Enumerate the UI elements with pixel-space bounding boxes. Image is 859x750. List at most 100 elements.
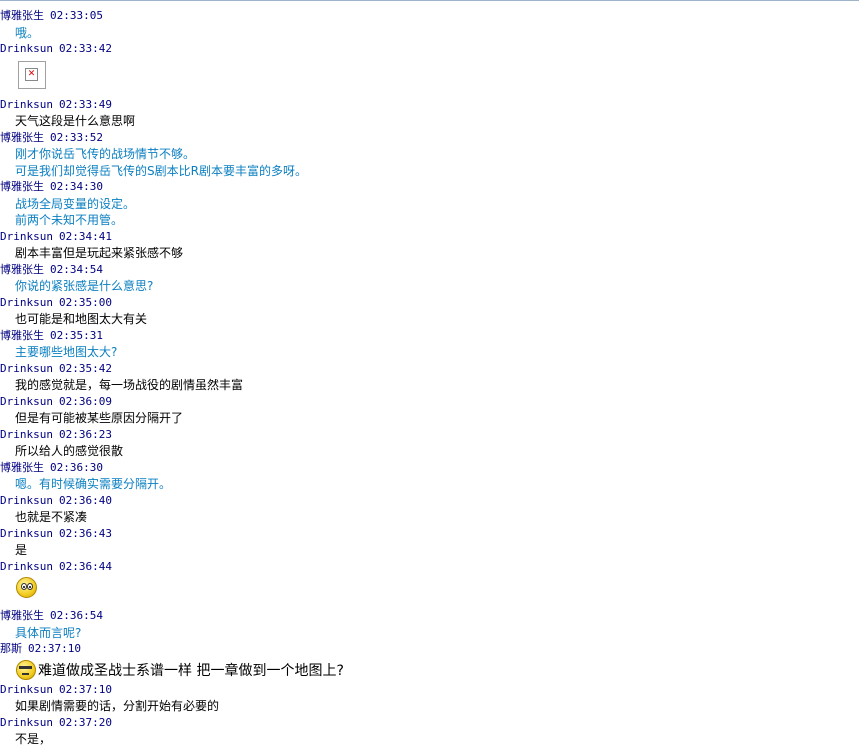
chat-message: 博雅张生 02:33:52 刚才你说岳飞传的战场情节不够。 可是我们却觉得岳飞传的S剧… [0, 130, 859, 180]
chat-message: Drinksun 02:36:09 但是有可能被某些原因分隔开了 [0, 394, 859, 427]
message-header: Drinksun 02:33:42 [0, 41, 859, 58]
message-text: 剧本丰富但是玩起来紧张感不够 [15, 246, 184, 260]
chat-message: 博雅张生 02:34:30 战场全局变量的设定。 前两个未知不用管。 [0, 179, 859, 229]
broken-image-mark-icon: ✕ [25, 67, 38, 81]
message-text: 所以给人的感觉很散 [15, 444, 124, 458]
chat-message: Drinksun 02:37:20 不是， [0, 715, 859, 748]
message-time: 02:36:23 [58, 427, 112, 441]
message-header: 那斯 02:37:10 [0, 641, 859, 658]
chat-message: Drinksun 02:36:43 是 [0, 526, 859, 559]
chat-message: 那斯 02:37:10 难道做成圣战士系谱一样 把一章做到一个地图上? [0, 641, 859, 682]
sender-name: 博雅张生 [0, 460, 44, 474]
chat-message: Drinksun 02:36:23 所以给人的感觉很散 [0, 427, 859, 460]
sender-name: Drinksun [0, 559, 53, 573]
window-top-border [0, 0, 859, 1]
message-text: 但是有可能被某些原因分隔开了 [15, 411, 184, 425]
smiley-face-icon [16, 577, 37, 598]
message-header: Drinksun 02:37:20 [0, 715, 859, 732]
message-header: Drinksun 02:36:43 [0, 526, 859, 543]
sender-name: Drinksun [0, 394, 53, 408]
message-text: 具体而言呢? [15, 625, 82, 640]
message-time: 02:33:42 [58, 42, 112, 55]
message-time: 02:36:09 [58, 394, 112, 408]
message-text: 主要哪些地图太大? [15, 345, 118, 359]
chat-message: Drinksun 02:35:00 也可能是和地图太大有关 [0, 295, 859, 328]
message-time: 02:36:44 [58, 559, 112, 573]
chat-message: Drinksun 02:36:40 也就是不紧凑 [0, 493, 859, 526]
sender-name: Drinksun [0, 229, 53, 243]
message-header: Drinksun 02:36:23 [0, 427, 859, 444]
message-time: 02:37:20 [58, 715, 112, 729]
sender-name: Drinksun [0, 715, 53, 729]
message-header: 博雅张生 02:35:31 [0, 328, 859, 345]
message-text: 难道做成圣战士系谱一样 把一章做到一个地图上? [38, 662, 344, 679]
message-time: 02:35:31 [50, 328, 103, 342]
chat-message: 博雅张生 02:35:31 主要哪些地图太大? [0, 328, 859, 361]
chat-message: Drinksun 02:36:44 [0, 559, 859, 598]
chat-message: Drinksun 02:37:10 如果剧情需要的话，分割开始有必要的 [0, 682, 859, 715]
sender-name: Drinksun [0, 361, 53, 375]
message-header: Drinksun 02:36:09 [0, 394, 859, 411]
chat-message: Drinksun 02:34:41 剧本丰富但是玩起来紧张感不够 [0, 229, 859, 262]
message-time: 02:37:10 [28, 642, 81, 655]
message-time: 02:34:41 [58, 229, 112, 243]
sender-name: 那斯 [0, 642, 22, 655]
sender-name: Drinksun [0, 493, 53, 507]
message-text: 嗯。有时候确实需要分隔开。 [15, 477, 172, 491]
message-time: 02:36:30 [50, 460, 103, 474]
chat-message: 博雅张生 02:34:54 你说的紧张感是什么意思? [0, 262, 859, 295]
message-time: 02:37:10 [58, 682, 112, 696]
message-header: 博雅张生 02:33:05 [0, 8, 859, 25]
sender-name: Drinksun [0, 42, 53, 55]
message-header: Drinksun 02:35:00 [0, 295, 859, 312]
message-time: 02:34:30 [50, 180, 103, 193]
message-text: 哦。 [15, 25, 40, 40]
message-text: 不是， [15, 732, 52, 746]
chat-message: 博雅张生 02:33:05 哦。 [0, 8, 859, 41]
message-text: 天气这段是什么意思啊 [15, 114, 136, 128]
message-header: Drinksun 02:37:10 [0, 682, 859, 699]
message-text-row: 难道做成圣战士系谱一样 把一章做到一个地图上? [0, 658, 859, 682]
message-time: 02:36:54 [50, 609, 103, 622]
sender-name: Drinksun [0, 427, 53, 441]
sender-name: Drinksun [0, 97, 53, 111]
message-header: 博雅张生 02:33:52 [0, 130, 859, 147]
chat-message: 博雅张生 02:36:30 嗯。有时候确实需要分隔开。 [0, 460, 859, 493]
message-header: 博雅张生 02:36:30 [0, 460, 859, 477]
message-text: 也就是不紧凑 [15, 510, 88, 524]
chat-message: Drinksun 02:33:42 ✕ [0, 41, 859, 89]
message-header: Drinksun 02:36:44 [0, 559, 859, 576]
message-header: Drinksun 02:34:41 [0, 229, 859, 246]
sender-name: Drinksun [0, 295, 53, 309]
message-header: Drinksun 02:35:42 [0, 361, 859, 378]
message-header: 博雅张生 02:34:30 [0, 179, 859, 196]
sender-name: Drinksun [0, 682, 53, 696]
cool-face-icon [16, 659, 36, 680]
message-time: 02:33:49 [58, 97, 112, 111]
message-header: Drinksun 02:33:49 [0, 97, 859, 114]
message-text: 战场全局变量的设定。 [15, 196, 136, 211]
message-text: 如果剧情需要的话，分割开始有必要的 [15, 699, 220, 713]
message-text: 我的感觉就是，每一场战役的剧情虽然丰富 [15, 378, 244, 392]
message-header: 博雅张生 02:36:54 [0, 608, 859, 625]
chat-log[interactable]: 博雅张生 02:33:05 哦。 Drinksun 02:33:42 ✕ Drinksun 0… [0, 8, 859, 748]
chat-message: Drinksun 02:33:49 天气这段是什么意思啊 [0, 97, 859, 130]
message-text: 也可能是和地图太大有关 [15, 312, 148, 326]
message-text: 前两个未知不用管。 [15, 213, 124, 227]
sender-name: 博雅张生 [0, 180, 44, 193]
message-time: 02:33:05 [50, 9, 103, 22]
message-text: 你说的紧张感是什么意思? [15, 279, 154, 293]
message-time: 02:35:00 [58, 295, 112, 309]
sender-name: Drinksun [0, 526, 53, 540]
message-text: 可是我们却觉得岳飞传的S剧本比R剧本要丰富的多呀。 [15, 163, 307, 178]
chat-message: 博雅张生 02:36:54 具体而言呢? [0, 608, 859, 641]
message-time: 02:35:42 [58, 361, 112, 375]
message-header: Drinksun 02:36:40 [0, 493, 859, 510]
sender-name: 博雅张生 [0, 130, 44, 144]
sender-name: 博雅张生 [0, 609, 44, 622]
message-time: 02:34:54 [50, 262, 103, 276]
message-time: 02:33:52 [50, 130, 103, 144]
broken-image-icon[interactable]: ✕ [18, 60, 46, 89]
sender-name: 博雅张生 [0, 328, 44, 342]
chat-message: Drinksun 02:35:42 我的感觉就是，每一场战役的剧情虽然丰富 [0, 361, 859, 394]
